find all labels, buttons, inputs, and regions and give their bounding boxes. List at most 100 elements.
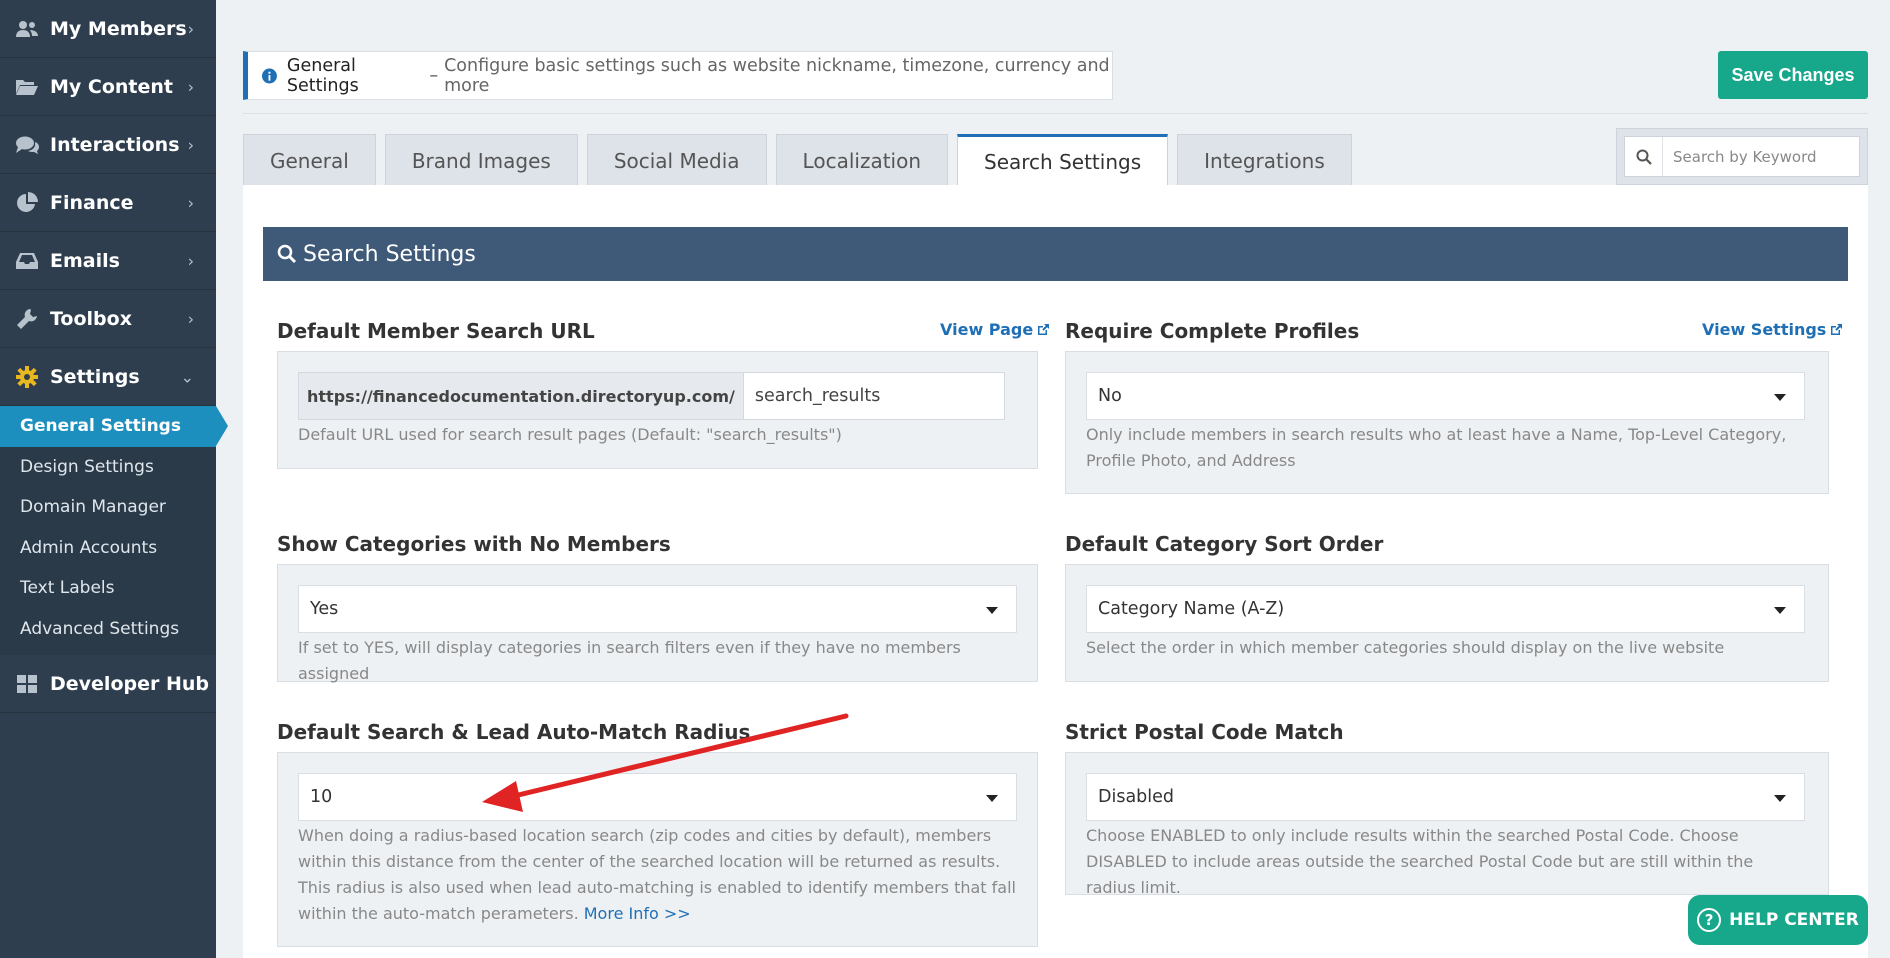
help-center-label: HELP CENTER: [1729, 910, 1859, 930]
view-settings-link[interactable]: View Settings: [1702, 320, 1843, 339]
tab-general[interactable]: General: [243, 134, 376, 186]
search-input[interactable]: [1663, 147, 1853, 166]
select-value: Disabled: [1098, 787, 1175, 807]
caret-down-icon: [1774, 795, 1786, 802]
category-sort-well: Category Name (A-Z) Select the order in …: [1065, 564, 1829, 682]
caret-down-icon: [1774, 394, 1786, 401]
radius-select[interactable]: 10: [298, 773, 1017, 821]
page-description: Configure basic settings such as website…: [444, 55, 1110, 96]
sidebar-item-design-settings[interactable]: Design Settings: [0, 447, 216, 488]
postal-match-label: Strict Postal Code Match: [1065, 720, 1344, 744]
tab-brand-images[interactable]: Brand Images: [384, 134, 578, 186]
complete-profiles-select[interactable]: No: [1086, 372, 1805, 420]
search-icon: [277, 244, 297, 264]
chevron-right-icon: ›: [187, 193, 194, 212]
folder-open-icon: [14, 76, 40, 98]
sidebar-item-general-settings[interactable]: General Settings: [0, 406, 216, 447]
question-icon: ?: [1697, 908, 1722, 932]
complete-profiles-label: Require Complete Profiles: [1065, 319, 1360, 343]
tab-search-settings[interactable]: Search Settings: [957, 134, 1169, 187]
section-title: Search Settings: [303, 241, 476, 267]
chevron-down-icon: ⌄: [180, 367, 194, 386]
section-header: Search Settings: [263, 227, 1848, 281]
page-info-banner: General Settings – Configure basic setti…: [243, 51, 1113, 100]
sidebar-item-advanced-settings[interactable]: Advanced Settings: [0, 609, 216, 650]
sidebar-item-my-content[interactable]: My Content ›: [0, 58, 216, 116]
save-changes-button[interactable]: Save Changes: [1718, 51, 1868, 99]
category-sort-help: Select the order in which member categor…: [1086, 638, 1725, 657]
sidebar-item-toolbox[interactable]: Toolbox ›: [0, 290, 216, 348]
chevron-right-icon: ›: [187, 251, 194, 270]
gear-icon: [14, 365, 40, 388]
search-box: [1624, 136, 1860, 177]
radius-help: When doing a radius-based location searc…: [298, 823, 1017, 927]
wrench-icon: [14, 308, 40, 330]
postal-match-help: Choose ENABLED to only include results w…: [1086, 826, 1754, 897]
chevron-right-icon: ›: [187, 135, 194, 154]
category-sort-select[interactable]: Category Name (A-Z): [1086, 585, 1805, 633]
view-page-link[interactable]: View Page: [940, 320, 1050, 339]
settings-tabs: General Brand Images Social Media Locali…: [243, 134, 1361, 187]
sidebar-item-label: Interactions: [50, 133, 180, 156]
sidebar-item-my-members[interactable]: My Members ›: [0, 0, 216, 58]
chevron-right-icon: ›: [187, 309, 194, 328]
show-categories-well: Yes If set to YES, will display categori…: [277, 564, 1038, 683]
member-search-url-help: Default URL used for search result pages…: [298, 425, 842, 444]
external-link-icon: [1038, 324, 1050, 335]
show-categories-label: Show Categories with No Members: [277, 532, 671, 556]
postal-match-select[interactable]: Disabled: [1086, 773, 1805, 821]
show-categories-help: If set to YES, will display categories i…: [298, 638, 961, 683]
sidebar-item-domain-manager[interactable]: Domain Manager: [0, 487, 216, 528]
tab-social-media[interactable]: Social Media: [586, 134, 767, 186]
sidebar-item-label: Emails: [50, 249, 120, 272]
sidebar-item-label: Settings: [50, 365, 140, 388]
select-value: Yes: [310, 599, 339, 619]
sidebar-item-label: My Members: [50, 17, 187, 40]
chevron-right-icon: ›: [187, 77, 194, 96]
sidebar-item-emails[interactable]: Emails ›: [0, 232, 216, 290]
complete-profiles-help: Only include members in search results w…: [1086, 425, 1787, 470]
postal-match-well: Disabled Choose ENABLED to only include …: [1065, 752, 1829, 897]
divider: [243, 113, 1868, 114]
sidebar-item-interactions[interactable]: Interactions ›: [0, 116, 216, 174]
more-info-link[interactable]: More Info >>: [584, 904, 691, 923]
sidebar-item-admin-accounts[interactable]: Admin Accounts: [0, 528, 216, 569]
settings-panel: Search Settings Default Member Search UR…: [243, 185, 1868, 958]
settings-submenu: General Settings Design Settings Domain …: [0, 406, 216, 655]
grid-icon: [14, 673, 40, 695]
users-icon: [14, 18, 40, 40]
view-settings-link-label: View Settings: [1702, 320, 1827, 339]
sidebar-item-text-labels[interactable]: Text Labels: [0, 568, 216, 609]
page-title: General Settings: [286, 55, 359, 96]
sidebar-item-finance[interactable]: Finance ›: [0, 174, 216, 232]
external-link-icon: [1831, 324, 1843, 335]
pie-chart-icon: [14, 191, 40, 214]
radius-well: 10 When doing a radius-based location se…: [277, 752, 1038, 947]
search-url-input[interactable]: [743, 372, 1005, 420]
sidebar: My Members › My Content › Interactions ›…: [0, 0, 216, 958]
sidebar-item-label: Toolbox: [50, 307, 132, 330]
search-icon: [1625, 137, 1663, 176]
select-value: 10: [310, 787, 333, 807]
select-value: Category Name (A-Z): [1098, 599, 1285, 619]
chevron-right-icon: ›: [187, 19, 194, 38]
tab-integrations[interactable]: Integrations: [1177, 134, 1352, 186]
help-center-button[interactable]: ? HELP CENTER: [1688, 895, 1868, 945]
radius-label: Default Search & Lead Auto-Match Radius: [277, 720, 751, 744]
info-icon: [262, 68, 277, 83]
url-prefix: https://financedocumentation.directoryup…: [298, 372, 744, 420]
title-separator: –: [429, 65, 439, 86]
url-input-group: https://financedocumentation.directoryup…: [298, 372, 1005, 420]
comments-icon: [14, 134, 40, 156]
select-value: No: [1098, 386, 1122, 406]
inbox-icon: [14, 250, 40, 272]
sidebar-item-settings[interactable]: Settings ⌄: [0, 348, 216, 406]
show-categories-select[interactable]: Yes: [298, 585, 1017, 633]
tab-localization[interactable]: Localization: [775, 134, 949, 186]
keyword-search: [1616, 128, 1868, 185]
caret-down-icon: [986, 795, 998, 802]
member-search-url-well: https://financedocumentation.directoryup…: [277, 351, 1038, 469]
sidebar-item-developer-hub[interactable]: Developer Hub: [0, 655, 216, 713]
sidebar-item-label: Developer Hub: [50, 672, 209, 695]
category-sort-label: Default Category Sort Order: [1065, 532, 1384, 556]
